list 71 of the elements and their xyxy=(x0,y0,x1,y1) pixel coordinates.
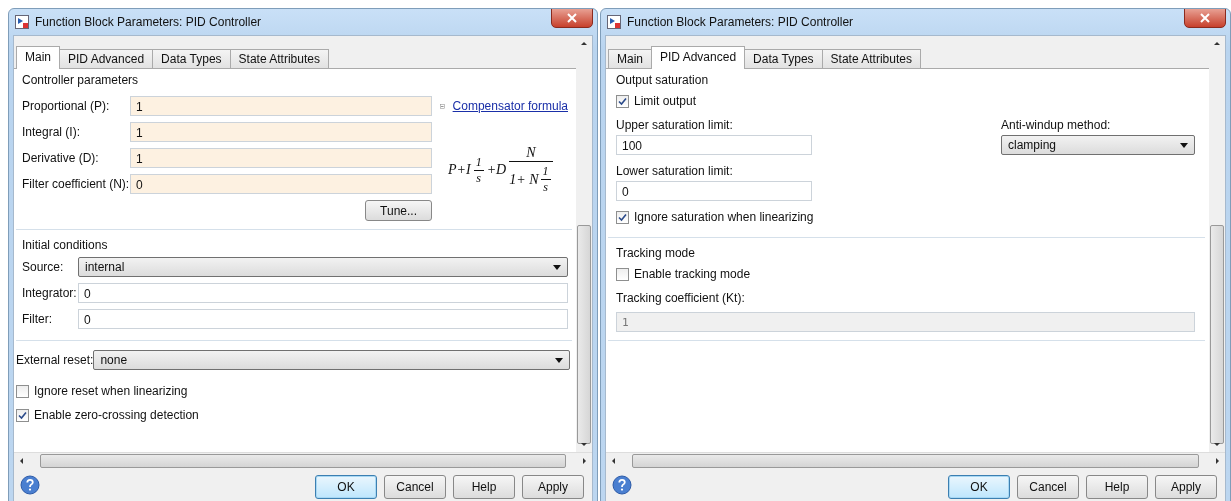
field-label: Proportional (P): xyxy=(22,99,111,113)
field-label: Tracking coefficient (Kt): xyxy=(616,290,746,307)
input-field[interactable]: 1 xyxy=(130,122,432,142)
close-icon xyxy=(567,13,577,23)
help-icon[interactable] xyxy=(20,475,40,495)
group-title: Initial conditions xyxy=(22,237,108,254)
input-field[interactable]: 0 xyxy=(78,309,568,329)
input-field[interactable]: 1 xyxy=(130,96,432,116)
dialog-button[interactable]: Help xyxy=(453,475,515,499)
checkbox-label: Enable zero-crossing detection xyxy=(34,408,199,422)
input-field[interactable]: 0 xyxy=(78,283,568,303)
formula-link[interactable]: Compensator formula xyxy=(452,99,568,113)
help-icon[interactable] xyxy=(612,475,632,495)
input-field[interactable]: 100 xyxy=(616,135,812,155)
checkbox-label: Ignore saturation when linearizing xyxy=(634,210,814,224)
tab[interactable]: Main xyxy=(608,49,652,68)
tab[interactable]: State Attributes xyxy=(229,49,329,68)
field-label: Source: xyxy=(22,260,65,274)
window-title: Function Block Parameters: PID Controller xyxy=(35,15,263,29)
checkbox-label: Limit output xyxy=(634,94,697,108)
checkbox[interactable] xyxy=(16,384,29,398)
caret-icon xyxy=(553,264,561,270)
field-label: Integrator: xyxy=(22,286,78,300)
horizontal-scrollbar[interactable] xyxy=(606,452,1225,469)
tab[interactable]: State Attributes xyxy=(821,49,921,68)
field-label: Filter: xyxy=(22,312,53,326)
checkbox-label: Ignore reset when linearizing xyxy=(34,384,188,398)
dropdown[interactable]: clamping xyxy=(1001,135,1195,155)
field-label: Upper saturation limit: xyxy=(616,117,734,134)
tab[interactable]: PID Advanced xyxy=(651,46,746,69)
field-label: Lower saturation limit: xyxy=(616,163,734,180)
checkbox[interactable] xyxy=(616,267,629,281)
close-icon xyxy=(1200,13,1210,23)
tune-button[interactable]: Tune... xyxy=(365,200,432,221)
checkbox[interactable] xyxy=(616,94,629,108)
field-label: Integral (I): xyxy=(22,125,82,139)
tab[interactable]: Data Types xyxy=(152,49,231,68)
field-label: Anti-windup method: xyxy=(1001,117,1112,134)
field-label: Filter coefficient (N): xyxy=(22,177,130,191)
caret-icon xyxy=(555,357,563,363)
input-field[interactable]: 0 xyxy=(616,181,812,201)
close-button[interactable] xyxy=(551,9,593,28)
caret-icon xyxy=(1180,142,1188,148)
horizontal-scrollbar[interactable] xyxy=(14,452,592,469)
input-field[interactable]: 0 xyxy=(130,174,432,194)
group-title: Tracking mode xyxy=(616,245,695,262)
dialog-button[interactable]: Apply xyxy=(522,475,584,499)
close-button[interactable] xyxy=(1184,9,1226,28)
dropdown[interactable]: none xyxy=(93,350,570,370)
checkbox-label: Enable tracking mode xyxy=(634,267,751,281)
dialog-button[interactable]: Cancel xyxy=(384,475,446,499)
field-label: Derivative (D): xyxy=(22,151,100,165)
block-icon xyxy=(607,15,621,29)
group-title: Output saturation xyxy=(616,72,709,89)
block-icon xyxy=(15,15,29,29)
window-title: Function Block Parameters: PID Controller xyxy=(627,15,855,29)
dialog-button[interactable]: Cancel xyxy=(1017,475,1079,499)
dialog-button[interactable]: OK xyxy=(948,475,1010,499)
field-label: External reset: xyxy=(16,353,94,367)
input-field[interactable]: 1 xyxy=(130,148,432,168)
collapse-icon[interactable] xyxy=(440,101,445,111)
checkbox[interactable] xyxy=(616,210,629,224)
group-title: Controller parameters xyxy=(22,72,139,89)
checkbox[interactable] xyxy=(16,408,29,422)
tab[interactable]: PID Advanced xyxy=(59,49,154,68)
dialog-button[interactable]: Help xyxy=(1086,475,1148,499)
dropdown[interactable]: internal xyxy=(78,257,568,277)
tab[interactable]: Main xyxy=(16,46,60,69)
tab[interactable]: Data Types xyxy=(744,49,823,68)
dialog-button[interactable]: Apply xyxy=(1155,475,1217,499)
dialog-button[interactable]: OK xyxy=(315,475,377,499)
